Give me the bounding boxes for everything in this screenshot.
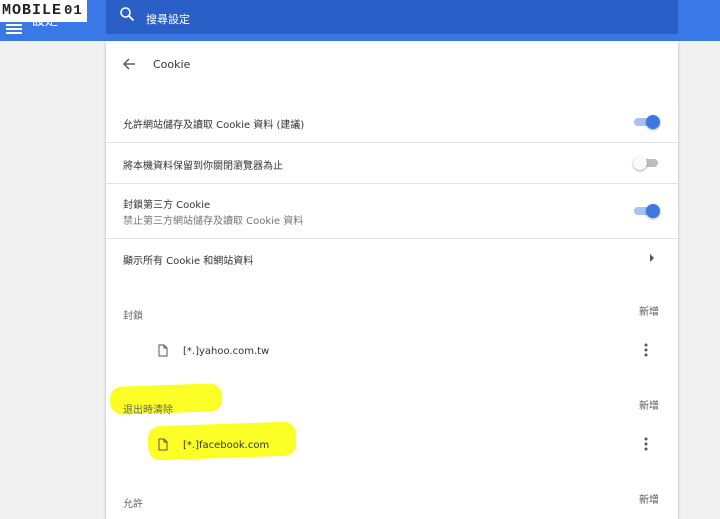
page-title: Cookie (153, 58, 191, 71)
watermark-logo: MOBILE 01 (0, 0, 87, 22)
watermark-glyph: 01 (64, 3, 83, 19)
toggle-knob (646, 115, 660, 129)
page-header: Cookie (106, 41, 678, 89)
search-box[interactable]: 搜尋設定 (106, 0, 678, 34)
more-vert-icon[interactable] (644, 343, 648, 357)
show-all-cookies-label: 顯示所有 Cookie 和網站資料 (123, 256, 254, 267)
block-third-party-description: 禁止第三方網站儲存及讀取 Cookie 資料 (123, 216, 304, 227)
clear-on-exit-site-pattern: [*.]facebook.com (183, 440, 270, 451)
allow-section-label: 允許 (123, 499, 143, 510)
block-third-party-row[interactable]: 封鎖第三方 Cookie 禁止第三方網站儲存及讀取 Cookie 資料 (106, 183, 678, 238)
cookie-settings-card: Cookie 允許網站儲存及讀取 Cookie 資料 (建議) 將本機資料保留到… (106, 41, 678, 519)
block-add-button[interactable]: 新增 (639, 303, 659, 318)
clear-on-exit-add-button[interactable]: 新增 (639, 397, 659, 412)
clear-on-exit-site-row: [*.]facebook.com (106, 431, 678, 461)
allow-cookies-label: 允許網站儲存及讀取 Cookie 資料 (建議) (123, 120, 305, 131)
search-icon (120, 7, 135, 22)
menu-icon[interactable] (6, 24, 22, 34)
allow-cookies-row[interactable]: 允許網站儲存及讀取 Cookie 資料 (建議) (106, 103, 678, 141)
arrow-back-icon[interactable] (122, 57, 136, 71)
file-icon (158, 344, 168, 357)
block-section-label: 封鎖 (123, 311, 143, 322)
keep-local-data-row[interactable]: 將本機資料保留到你關閉瀏覽器為止 (106, 142, 678, 183)
top-app-bar: 設定 搜尋設定 MOBILE01 (0, 0, 720, 41)
show-all-cookies-row[interactable]: 顯示所有 Cookie 和網站資料 (106, 238, 678, 279)
file-icon (158, 438, 168, 451)
clear-on-exit-section-label: 退出時清除 (123, 405, 173, 416)
keep-local-data-label: 將本機資料保留到你關閉瀏覽器為止 (123, 161, 283, 172)
toggle-knob (633, 156, 647, 170)
allow-add-button[interactable]: 新增 (639, 491, 659, 506)
allow-cookies-toggle[interactable] (634, 115, 660, 129)
toggle-knob (646, 204, 660, 218)
search-input[interactable]: 搜尋設定 (146, 11, 190, 27)
keep-local-data-toggle[interactable] (633, 156, 660, 170)
blocked-site-pattern: [*.]yahoo.com.tw (183, 346, 270, 357)
block-third-party-toggle[interactable] (634, 204, 660, 218)
more-vert-icon[interactable] (644, 437, 648, 451)
chevron-right-icon (650, 254, 654, 262)
watermark-text: MOBILE (2, 2, 63, 19)
blocked-site-row: [*.]yahoo.com.tw (106, 337, 678, 367)
block-third-party-label: 封鎖第三方 Cookie (123, 200, 211, 211)
